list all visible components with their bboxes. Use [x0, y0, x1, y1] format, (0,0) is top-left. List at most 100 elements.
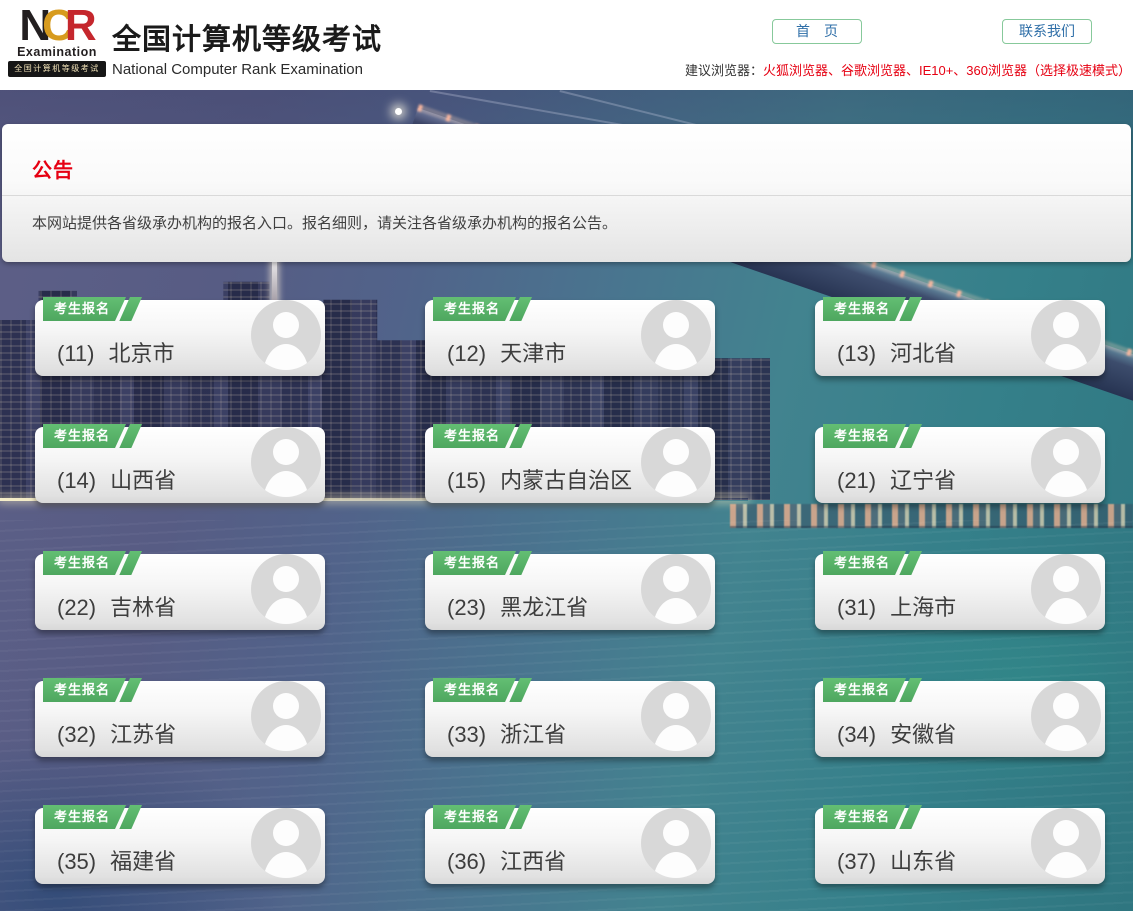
- divider: [2, 195, 1131, 196]
- card-label: (31) 上海市: [837, 590, 956, 622]
- province-card[interactable]: 考生报名 (13)河北省: [815, 300, 1105, 376]
- avatar-head: [273, 566, 299, 592]
- avatar-head: [1053, 439, 1079, 465]
- avatar-icon: [251, 427, 321, 497]
- logo-letter-r: R: [65, 1, 88, 50]
- avatar-torso: [653, 344, 699, 370]
- province-card[interactable]: 考生报名 (33)浙江省: [425, 681, 715, 757]
- card-code: (32): [57, 722, 96, 747]
- card-code: (34): [837, 722, 876, 747]
- avatar-icon: [641, 681, 711, 751]
- home-button[interactable]: 首 页: [772, 19, 862, 44]
- card-name: 山西省: [110, 468, 176, 493]
- avatar-icon: [1031, 808, 1101, 878]
- card-name: 天津市: [500, 341, 566, 366]
- avatar-torso: [1043, 725, 1089, 751]
- ribbon-label: 考生报名: [43, 424, 126, 448]
- province-card[interactable]: 考生报名 (35)福建省: [35, 808, 325, 884]
- province-card[interactable]: 考生报名 (11)北京市: [35, 300, 325, 376]
- announcement-body: 本网站提供各省级承办机构的报名入口。报名细则，请关注各省级承办机构的报名公告。: [32, 212, 617, 233]
- ribbon: 考生报名: [823, 424, 922, 448]
- card-label: (22)吉林省: [57, 590, 176, 622]
- card-name: 上海市: [890, 595, 956, 620]
- card-code: (22): [57, 595, 96, 620]
- card-code: (21): [837, 468, 876, 493]
- avatar-head: [663, 820, 689, 846]
- card-label: (34) 安徽省: [837, 717, 956, 749]
- avatar-torso: [653, 725, 699, 751]
- ribbon: 考生报名: [433, 805, 532, 829]
- card-label: (12)天津市: [447, 336, 566, 368]
- avatar-icon: [641, 808, 711, 878]
- card-name: 安徽省: [890, 722, 956, 747]
- ribbon-label: 考生报名: [823, 297, 906, 321]
- ribbon-label: 考生报名: [823, 678, 906, 702]
- ribbon: 考生报名: [433, 297, 532, 321]
- province-card[interactable]: 考生报名 (15) 内蒙古自治区: [425, 427, 715, 503]
- card-label: (11)北京市: [57, 336, 175, 368]
- ribbon: 考生报名: [43, 297, 142, 321]
- ribbon-label: 考生报名: [433, 678, 516, 702]
- card-name: 河北省: [890, 341, 956, 366]
- avatar-icon: [1031, 300, 1101, 370]
- header: NCR Examination 全国计算机等级考试 全国计算机等级考试 Nati…: [0, 0, 1133, 90]
- ribbon: 考生报名: [43, 678, 142, 702]
- card-code: (31): [837, 595, 876, 620]
- avatar-torso: [263, 852, 309, 878]
- avatar-head: [1053, 820, 1079, 846]
- ribbon: 考生报名: [823, 805, 922, 829]
- province-grid: 考生报名 (11)北京市 考生报名 (12)天津市 考生报名 (13)河北省: [35, 300, 1105, 884]
- ribbon-label: 考生报名: [433, 297, 516, 321]
- province-card[interactable]: 考生报名 (37)山东省: [815, 808, 1105, 884]
- card-name: 福建省: [110, 849, 176, 874]
- ribbon-label: 考生报名: [433, 551, 516, 575]
- avatar-head: [663, 566, 689, 592]
- browser-note-prefix: 建议浏览器：: [685, 63, 763, 78]
- ribbon-label: 考生报名: [433, 424, 516, 448]
- card-code: (15): [447, 468, 486, 493]
- announcement-panel: 公告 本网站提供各省级承办机构的报名入口。报名细则，请关注各省级承办机构的报名公…: [2, 124, 1131, 262]
- province-card[interactable]: 考生报名 (31) 上海市: [815, 554, 1105, 630]
- ncre-logo-letters: NCR: [8, 6, 106, 46]
- province-card[interactable]: 考生报名 (21)辽宁省: [815, 427, 1105, 503]
- avatar-torso: [1043, 852, 1089, 878]
- avatar-head: [1053, 566, 1079, 592]
- avatar-torso: [1043, 598, 1089, 624]
- avatar-icon: [251, 300, 321, 370]
- province-card[interactable]: 考生报名 (32)江苏省: [35, 681, 325, 757]
- avatar-icon: [1031, 554, 1101, 624]
- browser-recommendation: 建议浏览器：火狐浏览器、谷歌浏览器、IE10+、360浏览器（选择极速模式）: [685, 60, 1131, 79]
- contact-us-button[interactable]: 联系我们: [1002, 19, 1092, 44]
- province-card[interactable]: 考生报名 (34) 安徽省: [815, 681, 1105, 757]
- avatar-torso: [1043, 344, 1089, 370]
- avatar-icon: [251, 554, 321, 624]
- avatar-icon: [1031, 681, 1101, 751]
- avatar-head: [1053, 312, 1079, 338]
- avatar-torso: [263, 725, 309, 751]
- province-card[interactable]: 考生报名 (36)江西省: [425, 808, 715, 884]
- province-card[interactable]: 考生报名 (23)黑龙江省: [425, 554, 715, 630]
- ribbon: 考生报名: [823, 297, 922, 321]
- page-title: 全国计算机等级考试: [112, 16, 382, 58]
- card-code: (14): [57, 468, 96, 493]
- card-name: 江西省: [500, 849, 566, 874]
- avatar-icon: [251, 808, 321, 878]
- avatar-head: [273, 312, 299, 338]
- card-name: 北京市: [109, 341, 175, 366]
- ribbon: 考生报名: [43, 551, 142, 575]
- ribbon-label: 考生报名: [823, 551, 906, 575]
- card-name: 内蒙古自治区: [500, 468, 632, 493]
- ribbon-label: 考生报名: [823, 805, 906, 829]
- avatar-torso: [263, 598, 309, 624]
- province-card[interactable]: 考生报名 (12)天津市: [425, 300, 715, 376]
- avatar-head: [663, 693, 689, 719]
- card-label: (13)河北省: [837, 336, 956, 368]
- province-card[interactable]: 考生报名 (14) 山西省: [35, 427, 325, 503]
- avatar-head: [273, 820, 299, 846]
- ribbon: 考生报名: [43, 805, 142, 829]
- avatar-torso: [653, 471, 699, 497]
- ribbon: 考生报名: [43, 424, 142, 448]
- avatar-icon: [641, 554, 711, 624]
- ncre-logo: NCR Examination 全国计算机等级考试: [8, 6, 106, 77]
- province-card[interactable]: 考生报名 (22)吉林省: [35, 554, 325, 630]
